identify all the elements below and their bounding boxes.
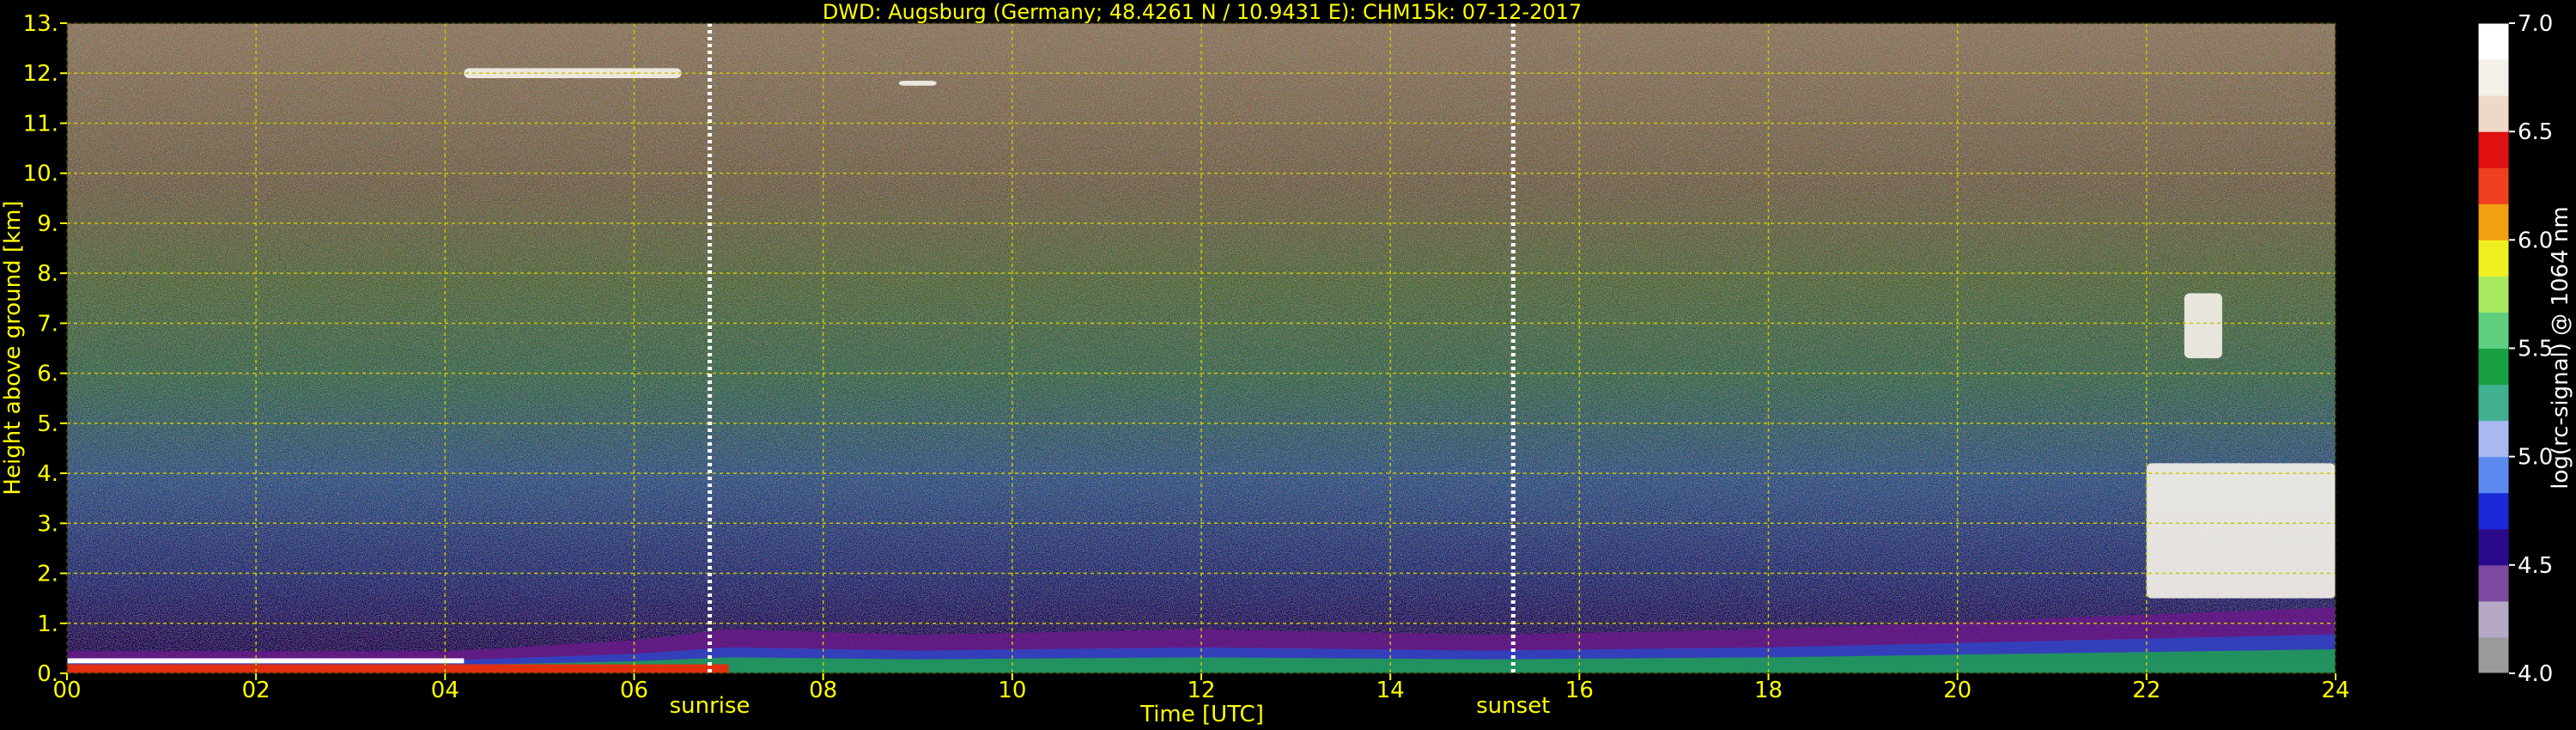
colorbar-segment <box>2478 59 2509 96</box>
colorbar-segment <box>2478 420 2509 458</box>
x-tick-label: 08 <box>809 678 837 703</box>
x-tick-label: 16 <box>1565 678 1594 703</box>
x-tick-label: 24 <box>2321 678 2349 703</box>
x-tick-label: 22 <box>2132 678 2160 703</box>
cloud-layer-4 <box>2184 293 2222 359</box>
x-tick-label: 14 <box>1376 678 1405 703</box>
sunset-label: sunset <box>1476 693 1550 719</box>
sunrise-label: sunrise <box>670 693 750 719</box>
y-tick-label: 13. <box>23 11 58 37</box>
x-tick-label: 06 <box>620 678 648 703</box>
y-tick-label: 9. <box>37 211 58 237</box>
x-tick-label: 12 <box>1187 678 1215 703</box>
colorbar-segment <box>2478 276 2509 313</box>
y-axis-label: Height above ground [km] <box>0 200 26 495</box>
colorbar-segment <box>2478 240 2509 277</box>
colorbar-segment <box>2478 528 2509 566</box>
y-tick-label: 8. <box>37 261 58 287</box>
y-tick-label: 7. <box>37 311 58 337</box>
y-tick-label: 3. <box>37 511 58 537</box>
ceilometer-plot: sunrise sunset 00 02 04 06 08 10 12 14 16 18 20 22 24… <box>0 0 2573 727</box>
chart-title: DWD: Augsburg (Germany; 48.4261 N / 10.9… <box>823 0 1582 24</box>
colorbar-segment <box>2478 564 2509 602</box>
x-axis-label: Time [UTC] <box>1139 702 1264 727</box>
surface-layer-red <box>67 664 729 673</box>
colorbar-segment <box>2478 636 2509 674</box>
colorbar-segment <box>2478 167 2509 204</box>
colorbar-label: log(rc-signal) @ 1064 nm <box>2548 206 2573 489</box>
cloud-layer-1 <box>464 68 682 79</box>
x-tick-label: 10 <box>998 678 1026 703</box>
x-tick-label: 18 <box>1754 678 1783 703</box>
x-tick-label: 20 <box>1943 678 1971 703</box>
y-tick-label: 2. <box>37 562 58 587</box>
colorbar-tick-label: 6.5 <box>2518 119 2553 145</box>
x-tick-label: 04 <box>431 678 459 703</box>
colorbar-tick-label: 4.0 <box>2518 661 2553 687</box>
colorbar-segment <box>2478 348 2509 386</box>
colorbar-tick-label: 4.5 <box>2518 553 2553 579</box>
x-tick-label: 02 <box>242 678 270 703</box>
cloud-layer-2 <box>898 80 937 86</box>
y-tick-label: 1. <box>37 611 58 637</box>
colorbar-segment <box>2478 492 2509 530</box>
colorbar-segment <box>2478 312 2509 349</box>
colorbar-segment <box>2478 600 2509 638</box>
cloud-layer-3 <box>2146 463 2336 599</box>
colorbar-segment <box>2478 204 2509 240</box>
colorbar-segment <box>2478 23 2509 60</box>
y-tick-label: 12. <box>23 61 58 87</box>
y-tick-label: 4. <box>37 461 58 487</box>
colorbar-segment <box>2478 384 2509 422</box>
surface-layer-white <box>67 658 465 664</box>
colorbar-tick-label: 7.0 <box>2518 11 2553 37</box>
y-tick-label: 0. <box>37 661 58 687</box>
colorbar-segment <box>2478 456 2509 494</box>
y-tick-label: 6. <box>37 362 58 387</box>
colorbar-segment <box>2478 131 2509 168</box>
y-tick-label: 5. <box>37 411 58 437</box>
colorbar-segment <box>2478 95 2509 132</box>
y-tick-label: 11. <box>23 111 58 137</box>
y-tick-label: 10. <box>23 161 58 187</box>
